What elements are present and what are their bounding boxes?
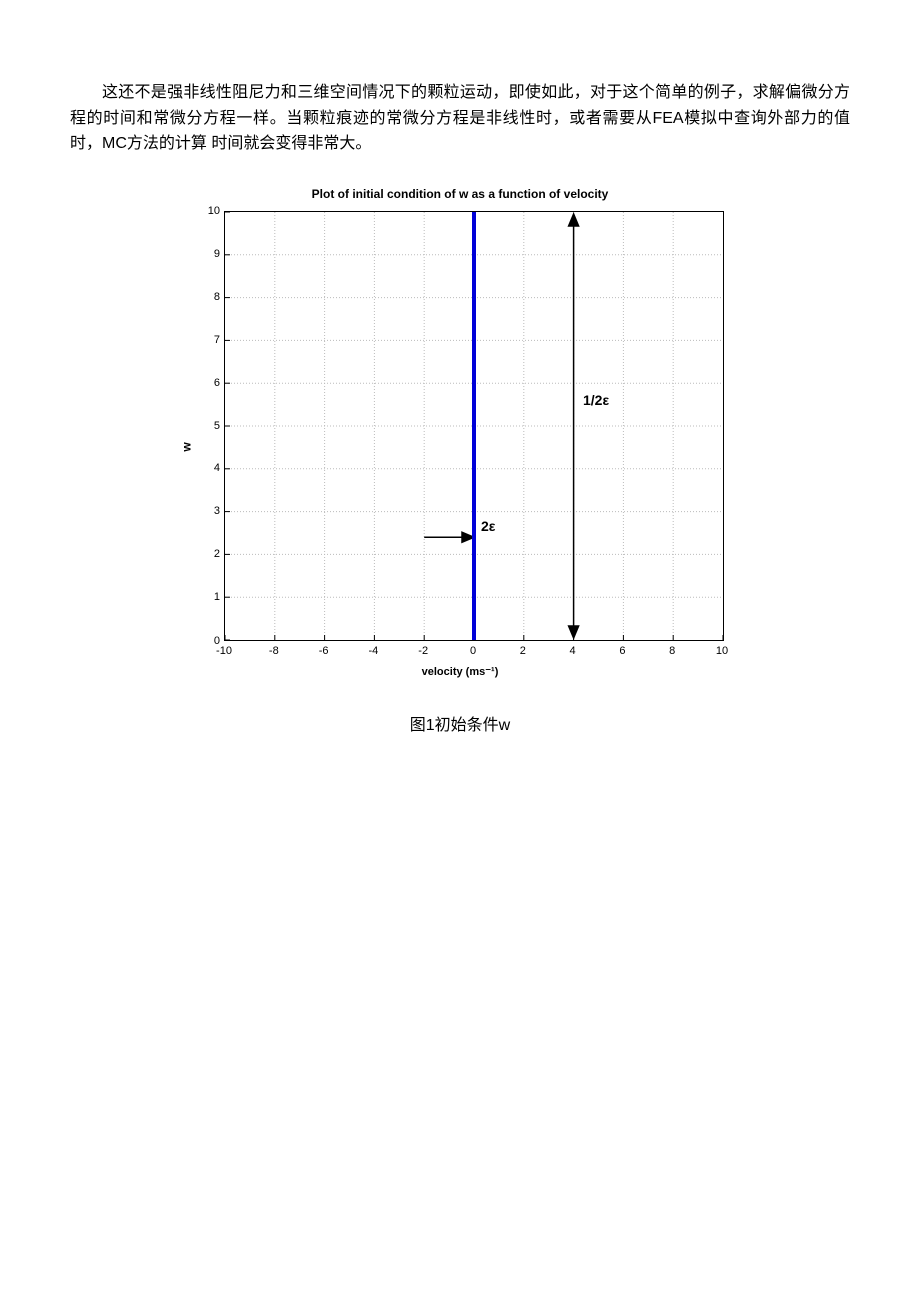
xtick-4: -2 [408, 645, 438, 657]
xtick-2: -6 [309, 645, 339, 657]
ytick-6: 6 [190, 377, 220, 389]
figure: Plot of initial condition of w as a func… [70, 187, 850, 735]
xtick-7: 4 [558, 645, 588, 657]
ytick-7: 7 [190, 334, 220, 346]
xtick-8: 6 [607, 645, 637, 657]
pulse-curve [472, 212, 476, 640]
ytick-2: 2 [190, 548, 220, 560]
chart: Plot of initial condition of w as a func… [180, 187, 740, 707]
chart-title: Plot of initial condition of w as a func… [180, 187, 740, 201]
annotation-width: 2ε [481, 518, 495, 534]
xtick-10: 10 [707, 645, 737, 657]
ytick-8: 8 [190, 291, 220, 303]
xtick-3: -4 [358, 645, 388, 657]
xtick-6: 2 [508, 645, 538, 657]
y-axis-label: w [180, 442, 194, 451]
ytick-3: 3 [190, 505, 220, 517]
annotation-height: 1/2ε [583, 392, 609, 408]
figure-caption: 图1初始条件w [410, 711, 510, 735]
xtick-9: 8 [657, 645, 687, 657]
page: 这还不是强非线性阻尼力和三维空间情况下的颗粒运动，即使如此，对于这个简单的例子，… [0, 0, 920, 1302]
ytick-4: 4 [190, 462, 220, 474]
x-axis-label: velocity (ms⁻¹) [180, 665, 740, 678]
xtick-0: -10 [209, 645, 239, 657]
ytick-10: 10 [190, 205, 220, 217]
ytick-5: 5 [190, 420, 220, 432]
ytick-1: 1 [190, 591, 220, 603]
xtick-5: 0 [458, 645, 488, 657]
xtick-1: -8 [259, 645, 289, 657]
plot-area: 1/2ε 2ε [224, 211, 724, 641]
body-paragraph: 这还不是强非线性阻尼力和三维空间情况下的颗粒运动，即使如此，对于这个简单的例子，… [70, 80, 850, 157]
ytick-9: 9 [190, 248, 220, 260]
